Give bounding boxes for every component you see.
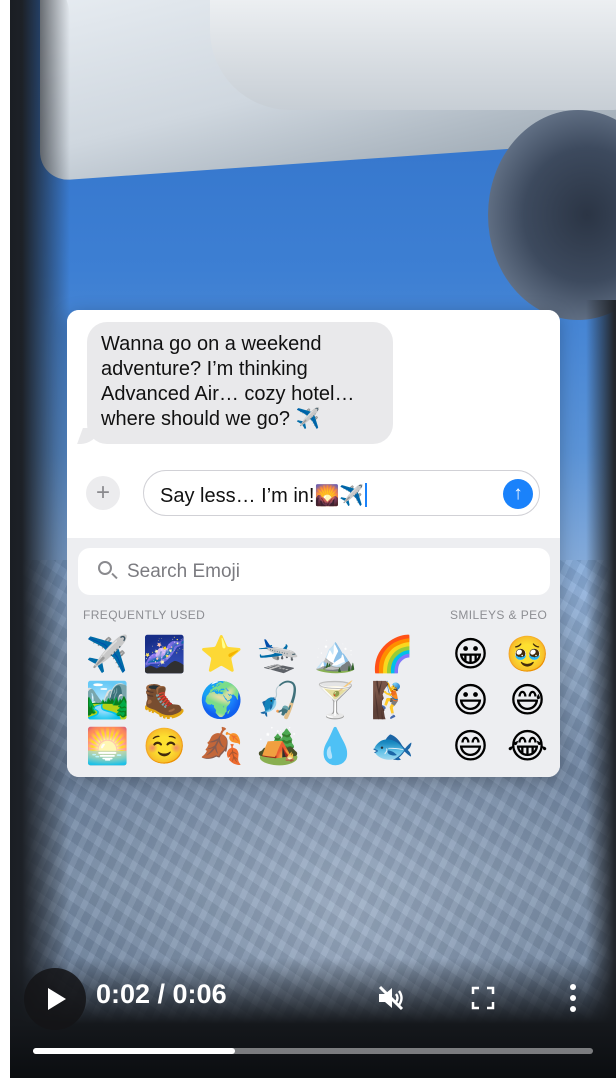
smiley-emoji-key[interactable]: 😄 [442, 724, 499, 770]
received-message-text: Wanna go on a weekend adventure? I’m thi… [101, 333, 355, 430]
time-display: 0:02 / 0:06 [96, 979, 227, 1009]
frequent-emoji-key[interactable]: 🏞️ [79, 678, 136, 724]
message-input-text: Say less… I’m in!🌄✈️ [160, 483, 368, 508]
frequent-emoji-key[interactable]: 🐟 [364, 724, 421, 770]
play-icon [48, 988, 66, 1010]
chat-area: Wanna go on a weekend adventure? I’m thi… [67, 310, 560, 538]
smiley-emoji-key[interactable]: 😀 [442, 632, 499, 678]
frequently-used-emoji-grid: ✈️ 🌌 ⭐ 🛬 🏔️ 🌈 🏞️ 🥾 🌍 🎣 🍸 🧗 🌅 ☺️ 🍂 🏕️ 💧 🐟 [79, 632, 419, 770]
frequent-emoji-key[interactable]: 🌍 [193, 678, 250, 724]
arrow-up-icon: ↑ [513, 483, 523, 504]
frequent-emoji-key[interactable]: ☺️ [136, 724, 193, 770]
smileys-emoji-grid: 😀 🥹 😃 😅 😄 😂 [442, 632, 560, 770]
video-controls: 0:02 / 0:06 [10, 968, 616, 1078]
frequent-emoji-key[interactable]: 🥾 [136, 678, 193, 724]
emoji-keyboard: Search Emoji FREQUENTLY USED SMILEYS & P… [67, 538, 560, 777]
frequent-emoji-key[interactable]: 🌅 [79, 724, 136, 770]
progress-fill [33, 1048, 235, 1054]
send-button[interactable]: ↑ [503, 479, 533, 509]
received-message-bubble: Wanna go on a weekend adventure? I’m thi… [87, 322, 393, 444]
frequent-emoji-key[interactable]: 🍂 [193, 724, 250, 770]
frequent-emoji-key[interactable]: 🌈 [364, 632, 421, 678]
emoji-search-field[interactable]: Search Emoji [78, 548, 550, 595]
more-vertical-icon[interactable] [568, 983, 578, 1013]
emoji-search-placeholder: Search Emoji [127, 561, 240, 582]
frequent-emoji-key[interactable]: 💧 [307, 724, 364, 770]
frequent-emoji-key[interactable]: 🧗 [364, 678, 421, 724]
muted-speaker-icon[interactable] [376, 983, 406, 1013]
frequent-emoji-key[interactable]: ⭐ [193, 632, 250, 678]
frequent-emoji-key[interactable]: 🍸 [307, 678, 364, 724]
frequent-emoji-key[interactable]: 🏕️ [250, 724, 307, 770]
smileys-label: SMILEYS & PEO [450, 608, 548, 622]
text-caret [365, 483, 368, 507]
video-frame[interactable]: Wanna go on a weekend adventure? I’m thi… [10, 0, 616, 1078]
play-button[interactable] [24, 968, 86, 1030]
engine-cowl [210, 0, 616, 110]
fullscreen-icon[interactable] [471, 986, 495, 1010]
message-input-value: Say less… I’m in!🌄✈️ [160, 485, 365, 507]
add-attachment-button[interactable]: + [86, 476, 120, 510]
smiley-emoji-key[interactable]: 🥹 [499, 632, 556, 678]
progress-bar[interactable] [33, 1048, 593, 1054]
frequent-emoji-key[interactable]: 🎣 [250, 678, 307, 724]
frequent-emoji-key[interactable]: 🌌 [136, 632, 193, 678]
smiley-emoji-key[interactable]: 😅 [499, 678, 556, 724]
smiley-emoji-key[interactable]: 😃 [442, 678, 499, 724]
frequently-used-label: FREQUENTLY USED [83, 608, 206, 622]
message-input[interactable]: Say less… I’m in!🌄✈️ ↑ [143, 470, 540, 516]
plus-icon: + [95, 479, 110, 506]
frequent-emoji-key[interactable]: 🏔️ [307, 632, 364, 678]
imessage-card: Wanna go on a weekend adventure? I’m thi… [67, 310, 560, 777]
window-rim-left [10, 0, 70, 1078]
search-icon [98, 561, 112, 575]
frequent-emoji-key[interactable]: ✈️ [79, 632, 136, 678]
frequent-emoji-key[interactable]: 🛬 [250, 632, 307, 678]
smiley-emoji-key[interactable]: 😂 [499, 724, 556, 770]
